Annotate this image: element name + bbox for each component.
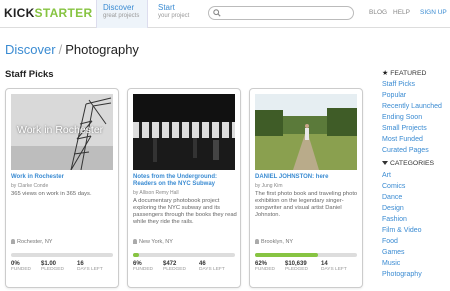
categories-heading: CATEGORIES — [382, 160, 450, 170]
top-header: KICKSTARTER Discover great projects Star… — [0, 0, 450, 28]
sidebar-category-comics[interactable]: Comics — [382, 181, 450, 192]
sidebar-category-food[interactable]: Food — [382, 236, 450, 247]
search-box — [208, 6, 354, 20]
project-author: by Jung Kim — [255, 183, 283, 189]
location-text: Brooklyn, NY — [261, 239, 294, 245]
funding-progress-fill — [133, 253, 140, 257]
funded-label: FUNDED — [133, 267, 153, 272]
breadcrumb-separator: / — [58, 42, 63, 57]
breadcrumb-discover[interactable]: Discover — [5, 42, 56, 57]
project-location: New York, NY — [133, 239, 173, 245]
sidebar-category-dance[interactable]: Dance — [382, 192, 450, 203]
pledged-label: PLEDGED — [163, 267, 186, 272]
star-icon: ★ — [382, 70, 389, 77]
sidebar-category-games[interactable]: Games — [382, 247, 450, 258]
project-description: A documentary photobook project explorin… — [133, 198, 237, 225]
days-left-label: DAYS LEFT — [321, 267, 347, 272]
nav-start-subtitle: your project — [158, 13, 190, 19]
page-title: Discover / Photography — [5, 42, 139, 57]
sidebar-category-design[interactable]: Design — [382, 203, 450, 214]
project-card[interactable]: Work in Rochester Work in Rochester by C… — [5, 88, 119, 288]
nav-discover-title: Discover — [103, 3, 135, 12]
sidebar: ★ FEATURED Staff Picks Popular Recently Lau… — [382, 69, 450, 280]
sidebar-category-film-video[interactable]: Film & Video — [382, 225, 450, 236]
nav-discover-subtitle: great projects — [103, 13, 140, 19]
sidebar-category-fashion[interactable]: Fashion — [382, 214, 450, 225]
logo-kick-text: KICK — [4, 6, 35, 20]
sidebar-featured-recently-launched[interactable]: Recently Launched — [382, 101, 450, 112]
section-heading: Staff Picks — [5, 69, 54, 80]
search-icon — [213, 9, 221, 17]
sidebar-featured-most-funded[interactable]: Most Funded — [382, 134, 450, 145]
sidebar-featured-small-projects[interactable]: Small Projects — [382, 123, 450, 134]
nav-start-title: Start — [158, 3, 175, 12]
days-left-label: DAYS LEFT — [77, 267, 103, 272]
logo-starter-text: STARTER — [34, 6, 93, 20]
funded-label: FUNDED — [255, 267, 275, 272]
project-location: Rochester, NY — [11, 239, 52, 245]
project-author: by Allison Remy Hall — [133, 190, 179, 196]
project-title[interactable]: Notes from the Underground: Readers on t… — [133, 174, 237, 188]
triangle-down-icon — [382, 161, 388, 166]
project-description: 365 views on work in 365 days. — [11, 191, 92, 197]
sidebar-category-art[interactable]: Art — [382, 170, 450, 181]
project-card[interactable]: Notes from the Underground: Readers on t… — [127, 88, 241, 288]
nav-tab-discover[interactable]: Discover great projects — [96, 0, 148, 28]
funding-progress-fill — [255, 253, 319, 257]
project-thumbnail[interactable] — [133, 94, 235, 170]
location-pin-icon — [11, 239, 15, 245]
categories-heading-label: CATEGORIES — [390, 160, 435, 167]
signup-link[interactable]: SIGN UP — [420, 9, 447, 16]
sidebar-category-photography[interactable]: Photography — [382, 269, 450, 280]
help-link[interactable]: HELP — [393, 9, 410, 16]
kickstarter-logo[interactable]: KICKSTARTER — [4, 6, 92, 20]
nav-tab-start[interactable]: Start your project — [152, 0, 202, 28]
breadcrumb-current: Photography — [65, 42, 139, 57]
location-text: New York, NY — [139, 239, 173, 245]
project-author: by Clarke Conde — [11, 183, 49, 189]
featured-heading: ★ FEATURED — [382, 69, 450, 79]
funding-progress-bar — [255, 253, 357, 257]
sidebar-featured-staff-picks[interactable]: Staff Picks — [382, 79, 450, 90]
days-left-label: DAYS LEFT — [199, 267, 225, 272]
search-input[interactable] — [223, 8, 349, 18]
pledged-label: PLEDGED — [41, 267, 64, 272]
project-title[interactable]: Work in Rochester — [11, 174, 115, 181]
project-thumbnail[interactable]: Work in Rochester — [11, 94, 113, 170]
sidebar-featured-ending-soon[interactable]: Ending Soon — [382, 112, 450, 123]
thumbnail-overlay-text: Work in Rochester — [17, 124, 104, 136]
blog-link[interactable]: BLOG — [369, 9, 387, 16]
funding-progress-bar — [11, 253, 113, 257]
location-pin-icon — [133, 239, 137, 245]
sidebar-featured-curated-pages[interactable]: Curated Pages — [382, 145, 450, 156]
location-pin-icon — [255, 239, 259, 245]
funding-progress-bar — [133, 253, 235, 257]
featured-list: Staff Picks Popular Recently Launched Endin… — [382, 79, 450, 156]
category-list: Art Comics Dance Design Fashion Film & Video F… — [382, 170, 450, 280]
pledged-label: PLEDGED — [285, 267, 308, 272]
featured-heading-label: FEATURED — [390, 70, 427, 77]
project-description: The first photo book and traveling photo… — [255, 191, 358, 218]
sidebar-category-music[interactable]: Music — [382, 258, 450, 269]
project-thumbnail[interactable] — [255, 94, 357, 170]
funded-label: FUNDED — [11, 267, 31, 272]
project-card[interactable]: DANIEL JOHNSTON: here by Jung Kim The fi… — [249, 88, 363, 288]
location-text: Rochester, NY — [17, 239, 53, 245]
project-location: Brooklyn, NY — [255, 239, 293, 245]
project-title[interactable]: DANIEL JOHNSTON: here — [255, 174, 359, 181]
sidebar-featured-popular[interactable]: Popular — [382, 90, 450, 101]
